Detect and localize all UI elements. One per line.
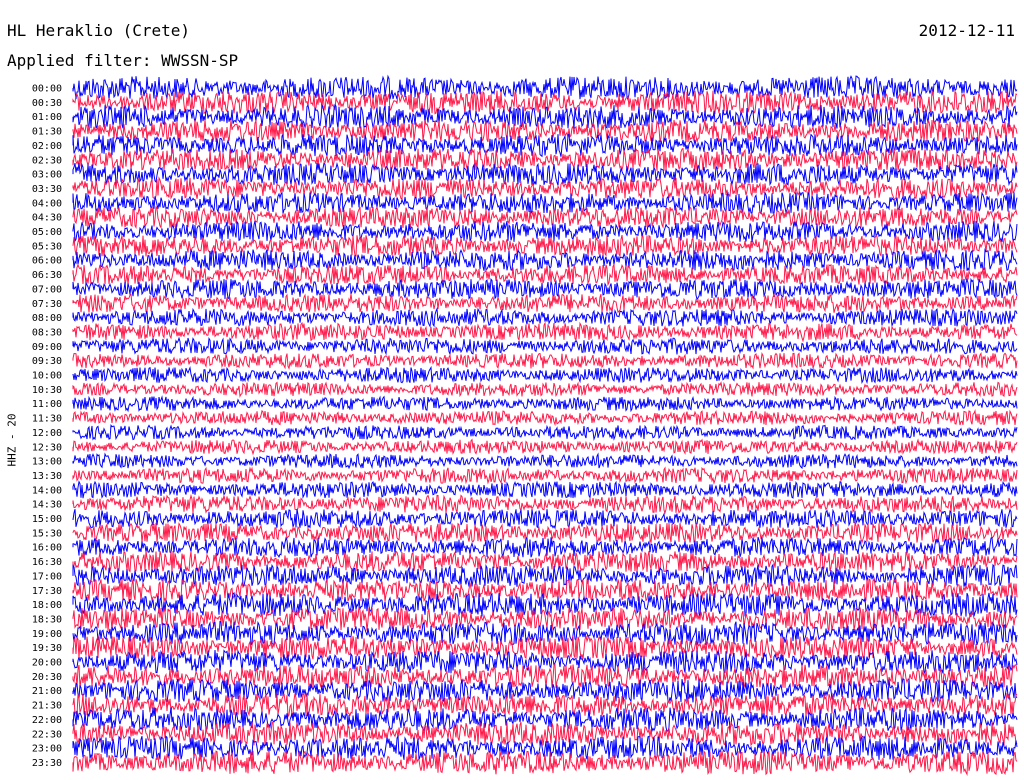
trace-1100 bbox=[72, 395, 1018, 413]
time-tick-label: 14:30 bbox=[32, 500, 62, 511]
time-tick-label: 09:00 bbox=[32, 342, 62, 353]
time-tick-label: 05:00 bbox=[32, 227, 62, 238]
time-tick-label: 07:30 bbox=[32, 299, 62, 310]
time-tick-label: 18:30 bbox=[32, 614, 62, 625]
trace-1500 bbox=[72, 508, 1018, 530]
time-tick-label: 21:00 bbox=[32, 686, 62, 697]
trace-0300 bbox=[72, 161, 1018, 187]
time-tick-label: 01:30 bbox=[32, 127, 62, 138]
time-tick-label: 02:30 bbox=[32, 155, 62, 166]
time-tick-label: 13:30 bbox=[32, 471, 62, 482]
time-tick-label: 11:00 bbox=[32, 399, 62, 410]
time-tick-label: 03:00 bbox=[32, 170, 62, 181]
time-tick-label: 01:00 bbox=[32, 112, 62, 123]
time-tick-label: 15:30 bbox=[32, 528, 62, 539]
helicorder-plot: 00:00 00:30 01:00 01:30 02:00 02:30 03:00 03:30… bbox=[32, 74, 1018, 776]
trace-0000 bbox=[72, 74, 1018, 102]
trace-0830 bbox=[72, 321, 1018, 343]
trace-1030 bbox=[72, 381, 1018, 398]
trace-1300 bbox=[72, 452, 1018, 470]
trace-2330 bbox=[72, 749, 1018, 776]
time-tick-label: 14:00 bbox=[32, 485, 62, 496]
trace-1830 bbox=[72, 606, 1018, 632]
trace-1630 bbox=[72, 550, 1018, 573]
trace-1530 bbox=[72, 521, 1018, 545]
trace-1400 bbox=[72, 480, 1018, 500]
time-tick-label: 03:30 bbox=[32, 184, 62, 195]
trace-0930 bbox=[72, 352, 1018, 370]
time-tick-label: 13:00 bbox=[32, 457, 62, 468]
time-tick-label: 12:00 bbox=[32, 428, 62, 439]
time-tick-label: 06:00 bbox=[32, 256, 62, 267]
time-tick-label: 10:30 bbox=[32, 385, 62, 396]
time-tick-label: 22:00 bbox=[32, 715, 62, 726]
trace-1430 bbox=[72, 493, 1018, 515]
time-tick-label: 02:00 bbox=[32, 141, 62, 152]
time-tick-label: 07:00 bbox=[32, 284, 62, 295]
trace-2100 bbox=[72, 678, 1018, 703]
time-tick-label: 19:30 bbox=[32, 643, 62, 654]
time-tick-label: 23:30 bbox=[32, 758, 62, 769]
trace-0030 bbox=[72, 89, 1018, 115]
trace-1200 bbox=[72, 424, 1018, 441]
time-tick-label: 12:30 bbox=[32, 442, 62, 453]
time-tick-label: 04:30 bbox=[32, 213, 62, 224]
time-tick-group: 00:00 00:30 01:00 01:30 02:00 02:30 03:00 03:30… bbox=[32, 84, 62, 769]
time-tick-label: 00:00 bbox=[32, 84, 62, 95]
trace-group bbox=[72, 74, 1018, 776]
trace-0900 bbox=[72, 336, 1018, 356]
time-tick-label: 16:00 bbox=[32, 543, 62, 554]
time-tick-label: 20:30 bbox=[32, 672, 62, 683]
time-tick-label: 17:30 bbox=[32, 586, 62, 597]
trace-0730 bbox=[72, 293, 1018, 314]
time-tick-label: 10:00 bbox=[32, 371, 62, 382]
trace-0530 bbox=[72, 234, 1018, 258]
time-tick-label: 20:00 bbox=[32, 658, 62, 669]
trace-0630 bbox=[72, 262, 1018, 287]
trace-0200 bbox=[72, 133, 1018, 158]
time-tick-label: 06:30 bbox=[32, 270, 62, 281]
time-tick-label: 15:00 bbox=[32, 514, 62, 525]
trace-1330 bbox=[72, 466, 1018, 485]
trace-1900 bbox=[72, 620, 1018, 646]
time-tick-label: 23:00 bbox=[32, 744, 62, 755]
time-tick-label: 21:30 bbox=[32, 701, 62, 712]
time-tick-label: 19:00 bbox=[32, 629, 62, 640]
time-tick-label: 09:30 bbox=[32, 356, 62, 367]
trace-1800 bbox=[72, 591, 1018, 618]
trace-1230 bbox=[72, 438, 1018, 456]
time-tick-label: 04:00 bbox=[32, 198, 62, 209]
time-tick-label: 08:30 bbox=[32, 327, 62, 338]
time-tick-label: 22:30 bbox=[32, 729, 62, 740]
time-tick-label: 18:00 bbox=[32, 600, 62, 611]
time-tick-label: 17:00 bbox=[32, 571, 62, 582]
trace-1130 bbox=[72, 408, 1018, 427]
time-tick-label: 08:00 bbox=[32, 313, 62, 324]
time-tick-label: 11:30 bbox=[32, 414, 62, 425]
trace-1000 bbox=[72, 365, 1018, 385]
time-tick-label: 00:30 bbox=[32, 98, 62, 109]
trace-0500 bbox=[72, 220, 1018, 244]
time-tick-label: 16:30 bbox=[32, 557, 62, 568]
time-tick-label: 05:30 bbox=[32, 241, 62, 252]
